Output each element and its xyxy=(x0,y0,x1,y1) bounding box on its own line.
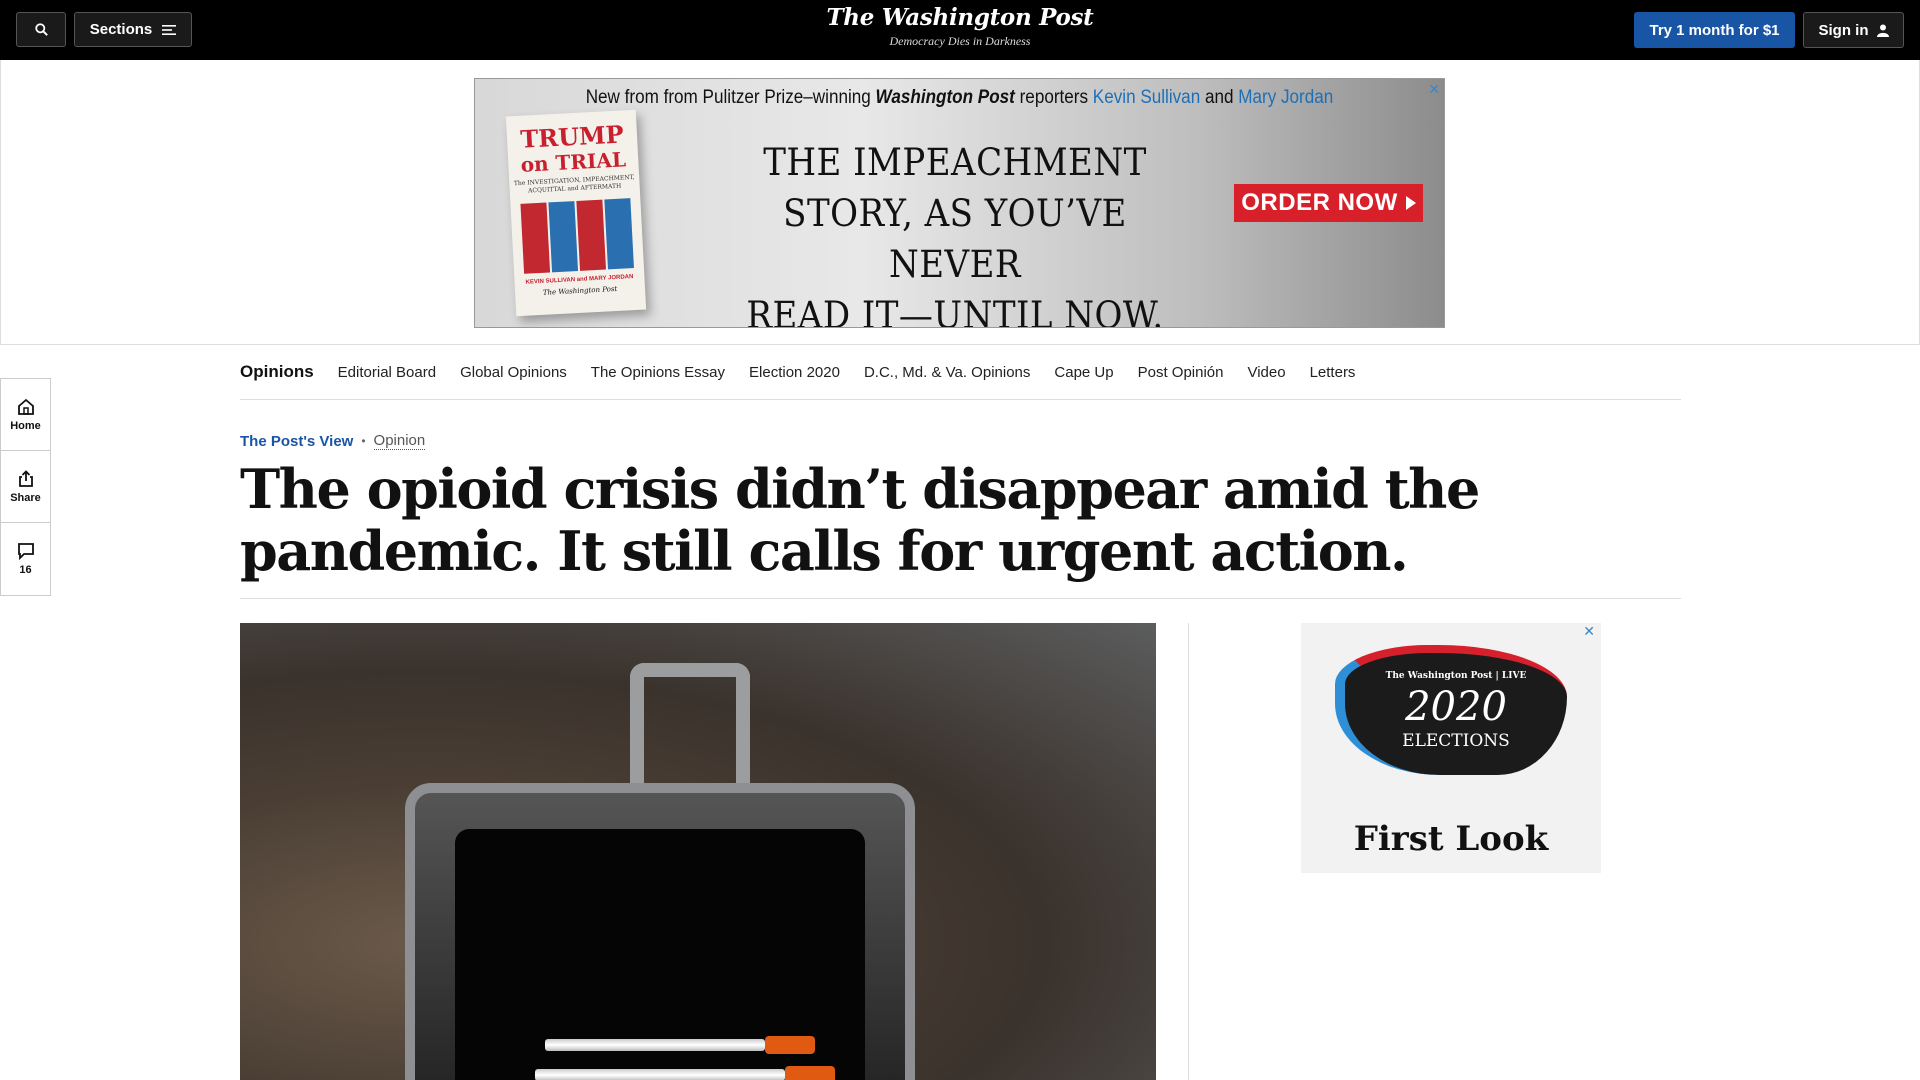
divider xyxy=(240,598,1681,599)
user-icon xyxy=(1876,24,1889,37)
search-button[interactable] xyxy=(16,12,66,47)
opinion-label[interactable]: Opinion xyxy=(373,432,426,450)
side-ad-close-icon[interactable]: ✕ xyxy=(1583,623,1595,640)
share-label: Share xyxy=(10,491,41,504)
left-rail: Home Share 16 xyxy=(0,378,51,596)
comments-button[interactable]: 16 xyxy=(1,523,50,595)
ad-headline-line: THE IMPEACHMENT xyxy=(763,141,1147,184)
column-separator xyxy=(1188,623,1189,1080)
subnav-item[interactable]: Post Opinión xyxy=(1138,364,1224,381)
us-map-graphic: The Washington Post | LIVE 2020 ELECTION… xyxy=(1335,645,1567,775)
promo-text: New from from Pulitzer Prize–winning xyxy=(585,87,876,108)
promo-text: and xyxy=(1200,87,1239,108)
opinions-subnav: Opinions Editorial Board Global Opinions… xyxy=(240,345,1681,400)
syringe-case xyxy=(405,783,915,1080)
menu-icon xyxy=(162,24,177,35)
sections-button[interactable]: Sections xyxy=(74,12,192,47)
home-label: Home xyxy=(10,419,41,432)
site-tagline: Democracy Dies in Darkness xyxy=(889,34,1031,48)
ad-headline-line: READ IT—UNTIL NOW. xyxy=(746,294,1164,328)
sign-in-button[interactable]: Sign in xyxy=(1803,12,1904,48)
syringe xyxy=(535,1066,835,1080)
share-button[interactable]: Share xyxy=(1,451,50,523)
promo-publication: Washington Post xyxy=(875,87,1015,108)
side-ad-title: First Look xyxy=(1353,819,1549,859)
book-cover: TRUMP on TRIAL The INVESTIGATION, IMPEAC… xyxy=(505,109,647,317)
book-publisher: The Washington Post xyxy=(542,284,618,297)
book-subtitle: The INVESTIGATION, IMPEACHMENT, ACQUITTA… xyxy=(513,173,635,195)
side-ad[interactable]: ✕ The Washington Post | LIVE 2020 ELECTI… xyxy=(1301,623,1601,873)
case-handle xyxy=(630,663,750,803)
home-button[interactable]: Home xyxy=(1,379,50,451)
ad-close-icon[interactable]: ✕ xyxy=(1428,81,1440,98)
article-photo[interactable] xyxy=(240,623,1156,1080)
comment-icon xyxy=(17,543,34,560)
syringe-cap xyxy=(765,1036,815,1054)
syringe-cap xyxy=(785,1066,835,1080)
article-headline: The opioid crisis didn’t disappear amid … xyxy=(240,457,1480,583)
ad-promo-line: New from from Pulitzer Prize–winning Was… xyxy=(523,87,1395,109)
side-ad-brand: The Washington Post | LIVE xyxy=(1385,671,1527,681)
syringe xyxy=(545,1036,815,1054)
ad-headline-line: STORY, AS YOU’VE NEVER xyxy=(783,192,1127,286)
subnav-item[interactable]: Cape Up xyxy=(1054,364,1113,381)
share-icon xyxy=(18,469,33,487)
kicker-link[interactable]: The Post's View xyxy=(240,433,353,450)
top-bar: Sections The Washington Post Democracy D… xyxy=(0,0,1920,60)
banner-ad[interactable]: ✕ New from from Pulitzer Prize–winning W… xyxy=(474,78,1445,328)
subnav-item[interactable]: Election 2020 xyxy=(749,364,840,381)
subnav-item[interactable]: Letters xyxy=(1310,364,1356,381)
play-arrow-icon xyxy=(1405,196,1416,210)
side-ad-elections: ELECTIONS xyxy=(1402,731,1510,751)
order-now-label: ORDER NOW xyxy=(1241,189,1398,216)
subnav-item[interactable]: Editorial Board xyxy=(338,364,436,381)
promo-author: Mary Jordan xyxy=(1238,87,1334,108)
promo-text: reporters xyxy=(1014,87,1093,108)
side-ad-year: 2020 xyxy=(1405,684,1507,730)
subnav-item[interactable]: Video xyxy=(1247,364,1285,381)
sign-in-label: Sign in xyxy=(1818,21,1869,39)
search-icon xyxy=(34,23,48,36)
subnav-item[interactable]: The Opinions Essay xyxy=(591,364,725,381)
order-now-button[interactable]: ORDER NOW xyxy=(1234,184,1423,222)
book-title-2: on TRIAL xyxy=(520,147,627,177)
subscribe-button[interactable]: Try 1 month for $1 xyxy=(1634,12,1795,48)
sections-label: Sections xyxy=(89,21,153,38)
subnav-item[interactable]: Global Opinions xyxy=(460,364,567,381)
masthead[interactable]: The Washington Post Democracy Dies in Da… xyxy=(760,4,1160,49)
article-kicker: The Post's View • Opinion xyxy=(240,432,426,450)
subnav-item[interactable]: D.C., Md. & Va. Opinions xyxy=(864,364,1030,381)
site-logo[interactable]: The Washington Post xyxy=(760,4,1160,31)
ad-headline: THE IMPEACHMENT STORY, AS YOU’VE NEVER R… xyxy=(725,137,1185,328)
case-interior xyxy=(455,829,865,1080)
home-icon xyxy=(17,398,34,415)
promo-author: Kevin Sullivan xyxy=(1092,87,1201,108)
comments-count: 16 xyxy=(19,564,32,576)
kicker-separator: • xyxy=(361,434,366,448)
book-portraits xyxy=(520,198,634,274)
subnav-opinions[interactable]: Opinions xyxy=(240,362,314,382)
